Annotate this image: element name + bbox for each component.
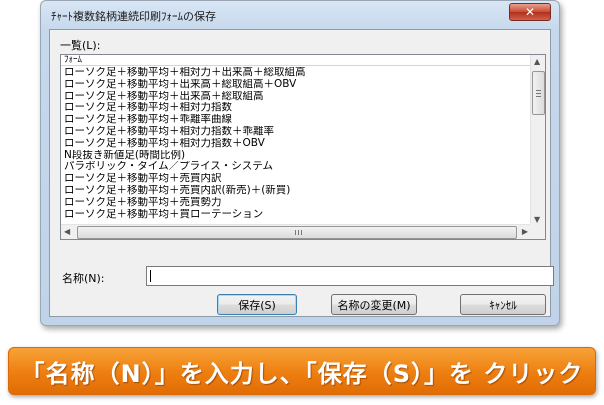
horizontal-scrollbar[interactable]: ◀ ▶ bbox=[61, 224, 531, 239]
list-item[interactable]: ローソク足＋移動平均＋売買内訳 bbox=[61, 173, 531, 185]
list-item[interactable]: N段抜き新値足(時間比例) bbox=[61, 150, 531, 162]
instruction-text: 「名称（N）」を入力し、「保存（S）」を クリック bbox=[20, 359, 584, 388]
vertical-scrollbar[interactable]: ▲ ▼ bbox=[530, 55, 545, 226]
name-input[interactable] bbox=[146, 266, 554, 286]
scroll-up-icon[interactable]: ▲ bbox=[534, 57, 540, 66]
list-item[interactable]: ローソク足＋移動平均＋売買勢力 bbox=[61, 197, 531, 209]
scroll-down-icon[interactable]: ▼ bbox=[534, 215, 540, 224]
dialog-window: ﾁｬｰﾄ複数銘柄連続印刷ﾌｫｰﾑの保存 ✕ 一覧(L): ﾌｫｰﾑ ローソク足＋… bbox=[40, 0, 560, 326]
list-item[interactable]: ローソク足＋移動平均＋出来高＋総取組高 bbox=[61, 91, 531, 103]
horizontal-scroll-thumb[interactable] bbox=[77, 226, 517, 239]
cancel-button[interactable]: ｷｬﾝｾﾙ bbox=[460, 294, 546, 315]
vertical-scroll-thumb[interactable] bbox=[532, 71, 545, 115]
window-title: ﾁｬｰﾄ複数銘柄連続印刷ﾌｫｰﾑの保存 bbox=[51, 10, 216, 23]
dialog-client-area: 一覧(L): ﾌｫｰﾑ ローソク足＋移動平均＋相対力＋出来高＋総取組高 ローソク… bbox=[49, 29, 554, 317]
title-bar[interactable]: ﾁｬｰﾄ複数銘柄連続印刷ﾌｫｰﾑの保存 ✕ bbox=[41, 1, 559, 29]
list-item[interactable]: ローソク足＋移動平均＋乖離率曲線 bbox=[61, 114, 531, 126]
scroll-corner bbox=[530, 224, 545, 239]
save-button[interactable]: 保存(S) bbox=[217, 294, 297, 315]
close-button[interactable]: ✕ bbox=[509, 3, 551, 21]
list-item[interactable]: ローソク足＋移動平均＋相対力＋出来高＋総取組高 bbox=[61, 67, 531, 79]
list-column-header[interactable]: ﾌｫｰﾑ bbox=[61, 55, 531, 66]
list-item[interactable]: ローソク足＋移動平均＋売買内訳(新売)＋(新買) bbox=[61, 185, 531, 197]
list-label: 一覧(L): bbox=[60, 39, 101, 52]
text-caret bbox=[150, 270, 151, 282]
name-label: 名称(N): bbox=[62, 272, 105, 285]
list-item[interactable]: パラボリック・タイム／プライス・システム bbox=[61, 161, 531, 173]
list-rows: ローソク足＋移動平均＋相対力＋出来高＋総取組高 ローソク足＋移動平均＋出来高＋総… bbox=[61, 67, 531, 220]
scroll-right-icon[interactable]: ▶ bbox=[522, 227, 528, 236]
list-item[interactable]: ローソク足＋移動平均＋買ローテーション bbox=[61, 209, 531, 221]
list-item[interactable]: ローソク足＋移動平均＋相対力指数＋乖離率 bbox=[61, 126, 531, 138]
rename-button[interactable]: 名称の変更(M) bbox=[331, 294, 417, 315]
list-item[interactable]: ローソク足＋移動平均＋相対力指数 bbox=[61, 102, 531, 114]
form-listbox[interactable]: ﾌｫｰﾑ ローソク足＋移動平均＋相対力＋出来高＋総取組高 ローソク足＋移動平均＋… bbox=[60, 54, 546, 240]
list-item[interactable]: ローソク足＋移動平均＋相対力指数＋OBV bbox=[61, 138, 531, 150]
close-icon: ✕ bbox=[524, 5, 536, 19]
instruction-banner: 「名称（N）」を入力し、「保存（S）」を クリック bbox=[8, 347, 596, 395]
list-item[interactable]: ローソク足＋移動平均＋出来高＋総取組高＋OBV bbox=[61, 79, 531, 91]
scroll-left-icon[interactable]: ◀ bbox=[64, 227, 70, 236]
